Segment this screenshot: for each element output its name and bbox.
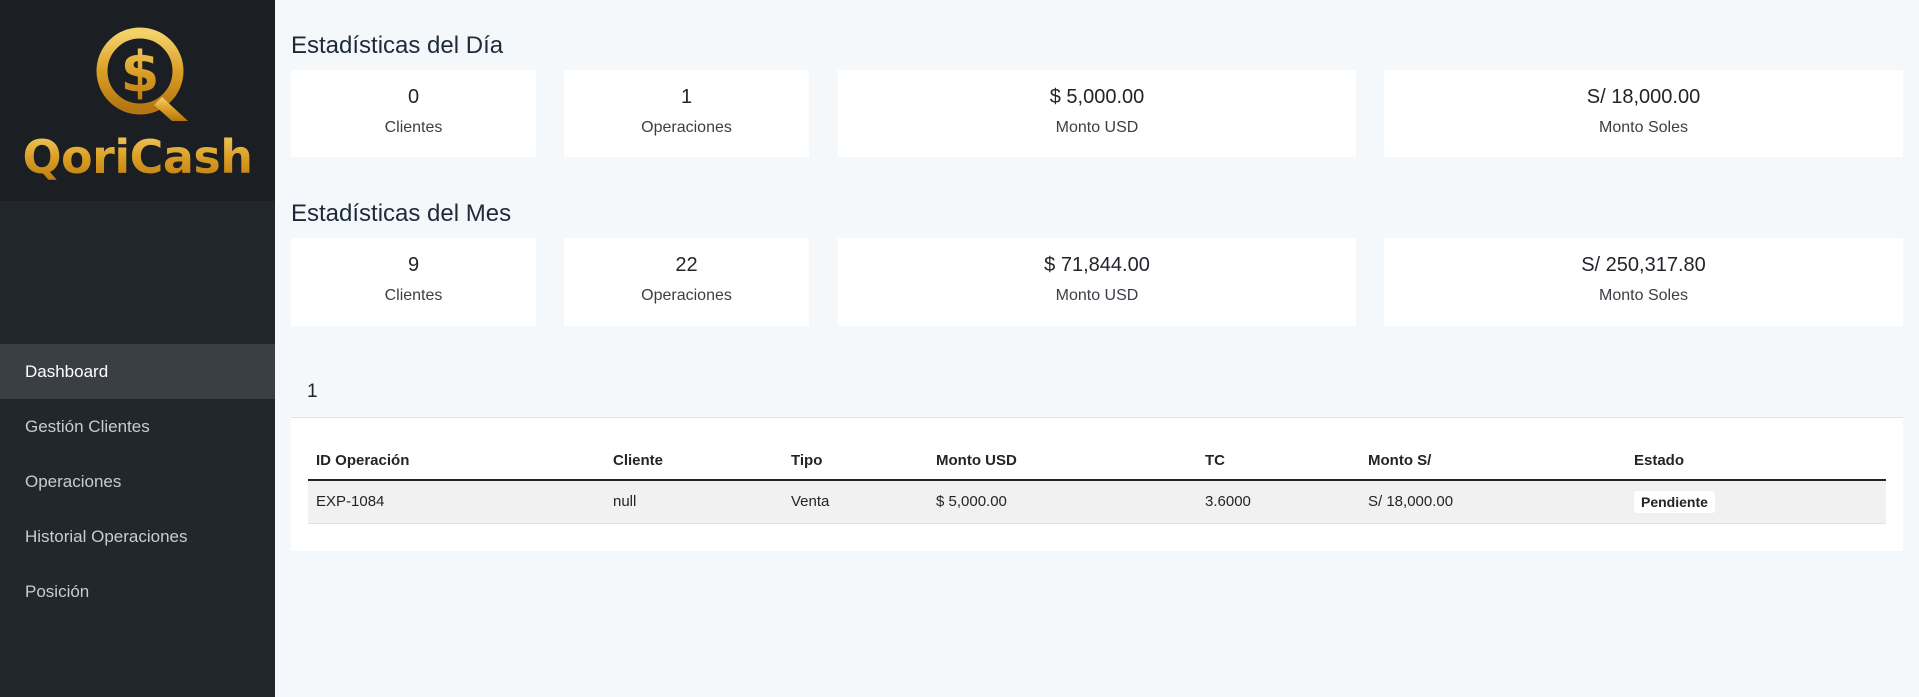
stat-card-day-operaciones: 1 Operaciones: [564, 70, 809, 157]
stat-card-day-monto-soles: S/ 18,000.00 Monto Soles: [1384, 70, 1903, 157]
column-header-monto-usd[interactable]: Monto USD: [928, 442, 1197, 481]
column-header-tc[interactable]: TC: [1197, 442, 1360, 481]
column-header-estado[interactable]: Estado: [1626, 442, 1886, 481]
stat-label: Clientes: [384, 119, 443, 136]
stat-card-day-clientes: 0 Clientes: [291, 70, 536, 157]
operations-card: 1 ID Operación Cliente Tipo Monto USD TC…: [291, 367, 1903, 551]
sidebar-item-historial-operaciones[interactable]: Historial Operaciones: [0, 509, 275, 564]
stat-card-month-clientes: 9 Clientes: [291, 238, 536, 326]
cell-cliente: null: [605, 480, 783, 524]
table-row[interactable]: EXP-1084 null Venta $ 5,000.00 3.6000 S/…: [308, 480, 1886, 524]
cell-estado: Pendiente: [1626, 480, 1886, 524]
stat-label: Operaciones: [641, 287, 732, 304]
stat-value: $ 5,000.00: [1049, 86, 1145, 108]
stat-label: Monto USD: [1055, 287, 1139, 304]
cell-monto-soles: S/ 18,000.00: [1360, 480, 1626, 524]
stat-label: Operaciones: [641, 119, 732, 136]
main-content: Estadísticas del Día 0 Clientes 1 Operac…: [275, 0, 1919, 697]
column-header-tipo[interactable]: Tipo: [783, 442, 928, 481]
stat-card-month-monto-soles: S/ 250,317.80 Monto Soles: [1384, 238, 1903, 326]
stat-card-month-monto-usd: $ 71,844.00 Monto USD: [838, 238, 1356, 326]
sidebar-item-posicion[interactable]: Posición: [0, 564, 275, 619]
sidebar-item-dashboard[interactable]: Dashboard: [0, 344, 275, 399]
sidebar-item-operaciones[interactable]: Operaciones: [0, 454, 275, 509]
cell-monto-usd: $ 5,000.00: [928, 480, 1197, 524]
sidebar-nav: Dashboard Gestión Clientes Operaciones H…: [0, 344, 275, 619]
status-badge: Pendiente: [1634, 490, 1715, 513]
stat-value: 22: [675, 254, 698, 276]
sidebar: $ QoriCash Dashboard Gestión Clientes Op…: [0, 0, 275, 697]
stat-card-day-monto-usd: $ 5,000.00 Monto USD: [838, 70, 1356, 157]
cell-id: EXP-1084: [308, 480, 605, 524]
column-header-id[interactable]: ID Operación: [308, 442, 605, 481]
stat-value: 9: [407, 254, 420, 276]
dollar-coin-logo-icon: $: [96, 27, 188, 121]
svg-text:$: $: [121, 40, 160, 105]
stat-label: Monto Soles: [1599, 119, 1688, 136]
stat-value: $ 71,844.00: [1044, 254, 1150, 276]
column-header-monto-soles[interactable]: Monto S/: [1360, 442, 1626, 481]
stat-label: Monto USD: [1055, 119, 1139, 136]
stat-value: S/ 18,000.00: [1586, 86, 1701, 108]
stat-value: 0: [407, 86, 420, 108]
column-header-cliente[interactable]: Cliente: [605, 442, 783, 481]
logo[interactable]: $ QoriCash: [0, 0, 275, 201]
day-stats-title: Estadísticas del Día: [291, 32, 504, 59]
cell-tc: 3.6000: [1197, 480, 1360, 524]
operations-card-header: 1: [291, 367, 1903, 418]
stat-value: 1: [680, 86, 693, 108]
table-header-row: ID Operación Cliente Tipo Monto USD TC M…: [308, 442, 1886, 481]
operations-table: ID Operación Cliente Tipo Monto USD TC M…: [308, 442, 1886, 524]
month-stats-title: Estadísticas del Mes: [291, 200, 512, 227]
cell-tipo: Venta: [783, 480, 928, 524]
stat-value: S/ 250,317.80: [1581, 254, 1706, 276]
brand-name: QoriCash: [0, 130, 275, 184]
stat-card-month-operaciones: 22 Operaciones: [564, 238, 809, 326]
stat-label: Monto Soles: [1599, 287, 1688, 304]
stat-label: Clientes: [384, 287, 443, 304]
sidebar-item-gestion-clientes[interactable]: Gestión Clientes: [0, 399, 275, 454]
